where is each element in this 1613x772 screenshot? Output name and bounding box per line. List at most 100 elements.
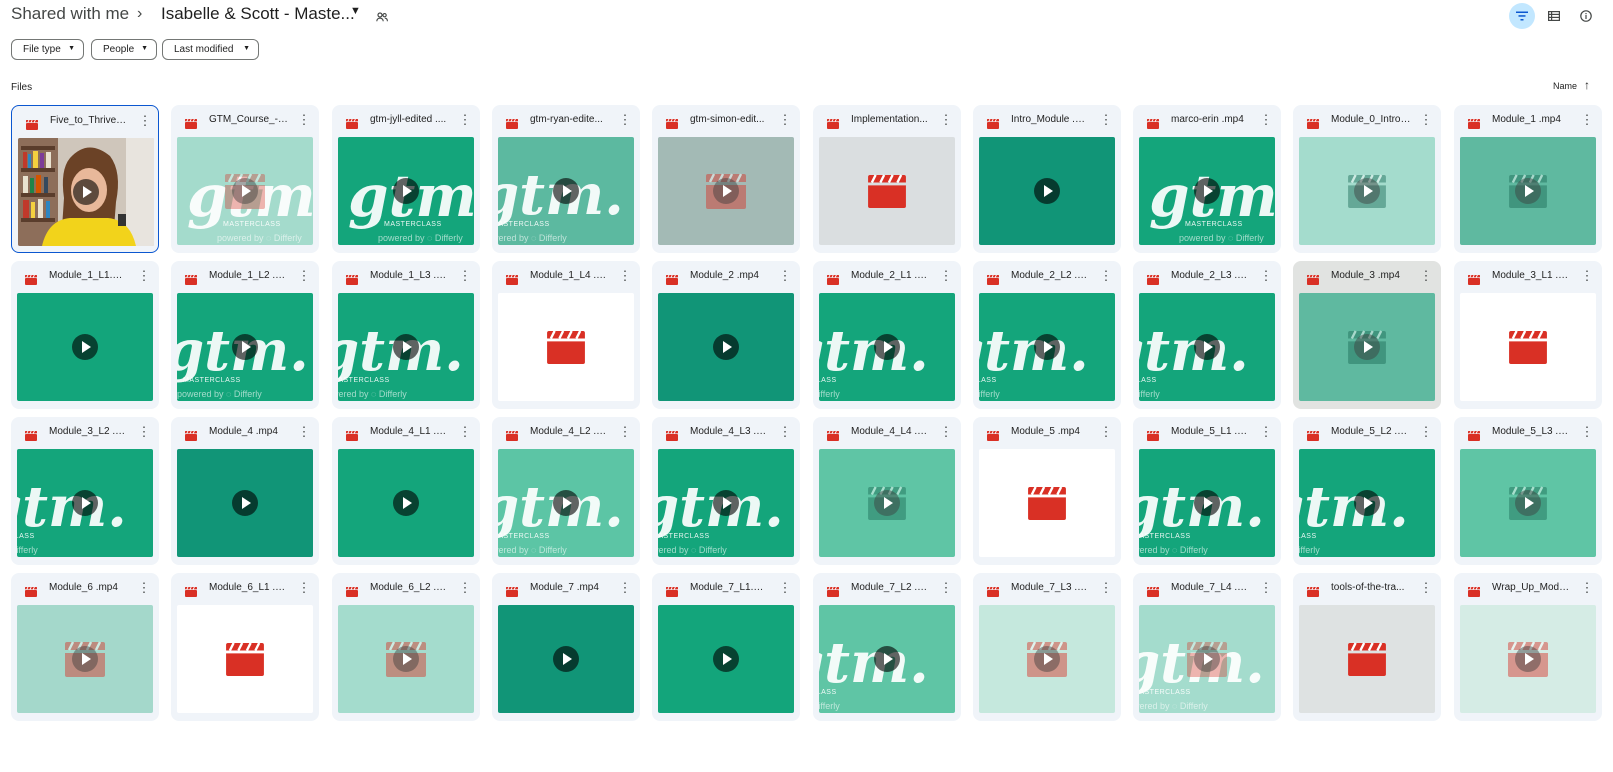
more-actions-icon[interactable]: ⋮ xyxy=(1419,113,1433,126)
more-actions-icon[interactable]: ⋮ xyxy=(297,113,311,126)
more-actions-icon[interactable]: ⋮ xyxy=(618,581,632,594)
file-thumbnail[interactable] xyxy=(498,605,634,713)
file-card[interactable]: Module_3 .mp4 ⋮ xyxy=(1293,261,1441,409)
more-actions-icon[interactable]: ⋮ xyxy=(458,113,472,126)
file-thumbnail[interactable]: gtm.MASTERCLASSpowered by ◌ Differly xyxy=(819,605,955,713)
file-thumbnail[interactable] xyxy=(177,605,313,713)
file-thumbnail[interactable] xyxy=(1460,449,1596,557)
more-actions-icon[interactable]: ⋮ xyxy=(778,581,792,594)
file-card[interactable]: Module_1_L3 .m...⋮gtm.MASTERCLASSpowered… xyxy=(332,261,480,409)
more-actions-icon[interactable]: ⋮ xyxy=(137,581,151,594)
file-card[interactable]: Module_5 .mp4 ⋮ xyxy=(973,417,1121,565)
file-thumbnail[interactable] xyxy=(979,137,1115,245)
file-card[interactable]: Module_7_L4 .m...⋮gtm.MASTERCLASSpowered… xyxy=(1133,573,1281,721)
file-card[interactable]: Module_0_Intro ... ⋮ xyxy=(1293,105,1441,253)
file-thumbnail[interactable] xyxy=(1460,137,1596,245)
more-actions-icon[interactable]: ⋮ xyxy=(297,581,311,594)
file-card[interactable]: marco-erin .mp4⋮gtm.MASTERCLASSpowered b… xyxy=(1133,105,1281,253)
file-card[interactable]: Module_7_L3 .m... ⋮ xyxy=(973,573,1121,721)
more-actions-icon[interactable]: ⋮ xyxy=(1580,269,1594,282)
file-card[interactable]: Module_1_L2 .m...⋮gtm.MASTERCLASSpowered… xyxy=(171,261,319,409)
file-thumbnail[interactable] xyxy=(979,605,1115,713)
file-card[interactable]: Module_6_L1 .m... ⋮ xyxy=(171,573,319,721)
sort-arrow-up-icon[interactable]: ↑ xyxy=(1584,78,1590,92)
file-card[interactable]: Implementation... ⋮ xyxy=(813,105,961,253)
file-card[interactable]: gtm-simon-edit... ⋮ xyxy=(652,105,800,253)
file-thumbnail[interactable] xyxy=(338,449,474,557)
file-type-filter-chip[interactable]: File type ▼ xyxy=(11,39,84,60)
more-actions-icon[interactable]: ⋮ xyxy=(1419,581,1433,594)
file-thumbnail[interactable] xyxy=(177,449,313,557)
file-card[interactable]: Module_4_L3 .m...⋮gtm.MASTERCLASSpowered… xyxy=(652,417,800,565)
more-actions-icon[interactable]: ⋮ xyxy=(137,425,151,438)
more-actions-icon[interactable]: ⋮ xyxy=(458,581,472,594)
file-thumbnail[interactable] xyxy=(819,449,955,557)
more-actions-icon[interactable]: ⋮ xyxy=(458,269,472,282)
file-thumbnail[interactable] xyxy=(658,293,794,401)
more-actions-icon[interactable]: ⋮ xyxy=(1259,113,1273,126)
file-thumbnail[interactable]: gtm.MASTERCLASSpowered by ◌ Differly xyxy=(338,137,474,245)
file-thumbnail[interactable]: gtm.MASTERCLASSpowered by ◌ Differly xyxy=(498,137,634,245)
file-thumbnail[interactable]: gtm.MASTERCLASSpowered by ◌ Differly xyxy=(1139,449,1275,557)
sort-by-name-button[interactable]: Name xyxy=(1553,81,1577,91)
file-card[interactable]: Module_2 .mp4 ⋮ xyxy=(652,261,800,409)
more-actions-icon[interactable]: ⋮ xyxy=(939,581,953,594)
more-actions-icon[interactable]: ⋮ xyxy=(138,114,152,127)
file-card[interactable]: Module_2_L2 .m...⋮gtm.MASTERCLASSpowered… xyxy=(973,261,1121,409)
file-thumbnail[interactable] xyxy=(658,137,794,245)
file-thumbnail[interactable]: gtm.MASTERCLASSpowered by ◌ Differly xyxy=(17,449,153,557)
file-thumbnail[interactable]: gtm.MASTERCLASSpowered by ◌ Differly xyxy=(658,449,794,557)
filter-button[interactable] xyxy=(1509,3,1535,29)
more-actions-icon[interactable]: ⋮ xyxy=(137,269,151,282)
file-card[interactable]: Module_4_L1 .m... ⋮ xyxy=(332,417,480,565)
file-card[interactable]: Intro_Module .m... ⋮ xyxy=(973,105,1121,253)
more-actions-icon[interactable]: ⋮ xyxy=(1099,581,1113,594)
file-card[interactable]: Module_5_L2 .m...⋮gtm.MASTERCLASSpowered… xyxy=(1293,417,1441,565)
people-filter-chip[interactable]: People ▼ xyxy=(91,39,157,60)
more-actions-icon[interactable]: ⋮ xyxy=(1580,425,1594,438)
file-card[interactable]: Module_6 .mp4 ⋮ xyxy=(11,573,159,721)
file-thumbnail[interactable]: gtm.MASTERCLASSpowered by ◌ Differly xyxy=(177,293,313,401)
file-thumbnail[interactable]: gtm.MASTERCLASSpowered by ◌ Differly xyxy=(1139,293,1275,401)
file-thumbnail[interactable] xyxy=(338,605,474,713)
file-card[interactable]: tools-of-the-tra... ⋮ xyxy=(1293,573,1441,721)
file-thumbnail[interactable]: gtm.MASTERCLASSpowered by ◌ Differly xyxy=(1139,137,1275,245)
more-actions-icon[interactable]: ⋮ xyxy=(1259,269,1273,282)
more-actions-icon[interactable]: ⋮ xyxy=(618,425,632,438)
file-card[interactable]: Module_5_L3 .m... ⋮ xyxy=(1454,417,1602,565)
file-card[interactable]: GTM_Course_-_I...⋮gtm.MASTERCLASSpowered… xyxy=(171,105,319,253)
file-thumbnail[interactable]: gtm.MASTERCLASSpowered by ◌ Differly xyxy=(819,293,955,401)
more-actions-icon[interactable]: ⋮ xyxy=(778,113,792,126)
more-actions-icon[interactable]: ⋮ xyxy=(1419,269,1433,282)
more-actions-icon[interactable]: ⋮ xyxy=(458,425,472,438)
list-view-button[interactable] xyxy=(1541,3,1567,29)
file-thumbnail[interactable]: gtm.MASTERCLASSpowered by ◌ Differly xyxy=(979,293,1115,401)
file-thumbnail[interactable] xyxy=(1299,293,1435,401)
more-actions-icon[interactable]: ⋮ xyxy=(1419,425,1433,438)
info-button[interactable] xyxy=(1573,3,1599,29)
file-card[interactable]: Module_2_L1 .m...⋮gtm.MASTERCLASSpowered… xyxy=(813,261,961,409)
more-actions-icon[interactable]: ⋮ xyxy=(1099,113,1113,126)
more-actions-icon[interactable]: ⋮ xyxy=(1259,425,1273,438)
file-thumbnail[interactable]: gtm.MASTERCLASSpowered by ◌ Differly xyxy=(177,137,313,245)
more-actions-icon[interactable]: ⋮ xyxy=(618,269,632,282)
more-actions-icon[interactable]: ⋮ xyxy=(1580,581,1594,594)
file-card[interactable]: Module_7 .mp4 ⋮ xyxy=(492,573,640,721)
file-card[interactable]: Module_6_L2 .m... ⋮ xyxy=(332,573,480,721)
more-actions-icon[interactable]: ⋮ xyxy=(297,425,311,438)
file-thumbnail[interactable] xyxy=(658,605,794,713)
file-card[interactable]: Five_to_Thrive_-... ⋮ xyxy=(11,105,159,253)
file-card[interactable]: Module_1_L1.mp4 ⋮ xyxy=(11,261,159,409)
file-thumbnail[interactable] xyxy=(1299,605,1435,713)
more-actions-icon[interactable]: ⋮ xyxy=(778,269,792,282)
file-thumbnail[interactable] xyxy=(18,138,154,246)
more-actions-icon[interactable]: ⋮ xyxy=(1259,581,1273,594)
file-card[interactable]: Module_5_L1 .m...⋮gtm.MASTERCLASSpowered… xyxy=(1133,417,1281,565)
file-thumbnail[interactable] xyxy=(1460,605,1596,713)
file-card[interactable]: Module_3_L2 .m...⋮gtm.MASTERCLASSpowered… xyxy=(11,417,159,565)
file-thumbnail[interactable]: gtm.MASTERCLASSpowered by ◌ Differly xyxy=(1139,605,1275,713)
more-actions-icon[interactable]: ⋮ xyxy=(778,425,792,438)
file-card[interactable]: gtm-jyll-edited ....⋮gtm.MASTERCLASSpowe… xyxy=(332,105,480,253)
file-thumbnail[interactable] xyxy=(1460,293,1596,401)
file-thumbnail[interactable] xyxy=(819,137,955,245)
